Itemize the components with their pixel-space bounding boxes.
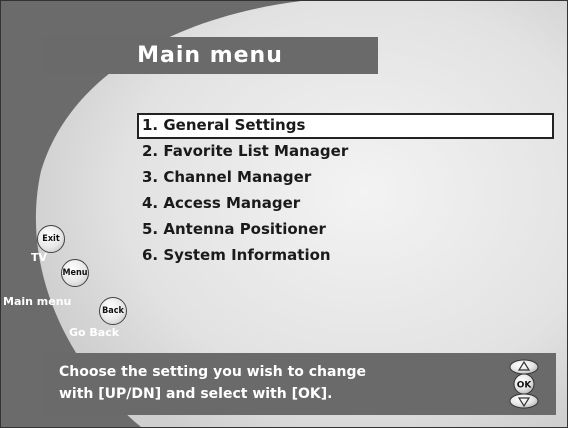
menu-item-favorite-list-manager[interactable]: 2. Favorite List Manager	[137, 139, 557, 165]
down-arrow-icon[interactable]	[509, 393, 539, 409]
up-arrow-icon[interactable]	[509, 359, 539, 375]
tv-screen: Main menu 1. General Settings 2. Favorit…	[0, 0, 568, 428]
exit-key-label: TV	[31, 251, 48, 264]
help-text: Choose the setting you wish to change wi…	[59, 361, 366, 405]
nav-keys: OK	[509, 359, 539, 409]
menu-item-antenna-positioner[interactable]: 5. Antenna Positioner	[137, 217, 557, 243]
ok-icon[interactable]: OK	[513, 373, 535, 395]
help-line-1: Choose the setting you wish to change	[59, 364, 366, 380]
menu-key-icon[interactable]: Menu	[61, 259, 89, 287]
menu-item-system-information[interactable]: 6. System Information	[137, 243, 557, 269]
ok-label: OK	[517, 381, 533, 391]
menu-item-general-settings[interactable]: 1. General Settings	[137, 113, 554, 139]
menu-item-access-manager[interactable]: 4. Access Manager	[137, 191, 557, 217]
menu-item-channel-manager[interactable]: 3. Channel Manager	[137, 165, 557, 191]
main-menu-list: 1. General Settings 2. Favorite List Man…	[137, 113, 557, 269]
exit-key-icon[interactable]: Exit	[37, 225, 65, 253]
help-bar: Choose the setting you wish to change wi…	[42, 353, 556, 415]
page-title: Main menu	[42, 37, 378, 74]
help-line-2: with [UP/DN] and select with [OK].	[59, 386, 333, 402]
menu-key-label: Main menu	[3, 295, 72, 308]
back-key-icon[interactable]: Back	[99, 297, 127, 325]
back-key-label: Go Back	[69, 326, 120, 339]
